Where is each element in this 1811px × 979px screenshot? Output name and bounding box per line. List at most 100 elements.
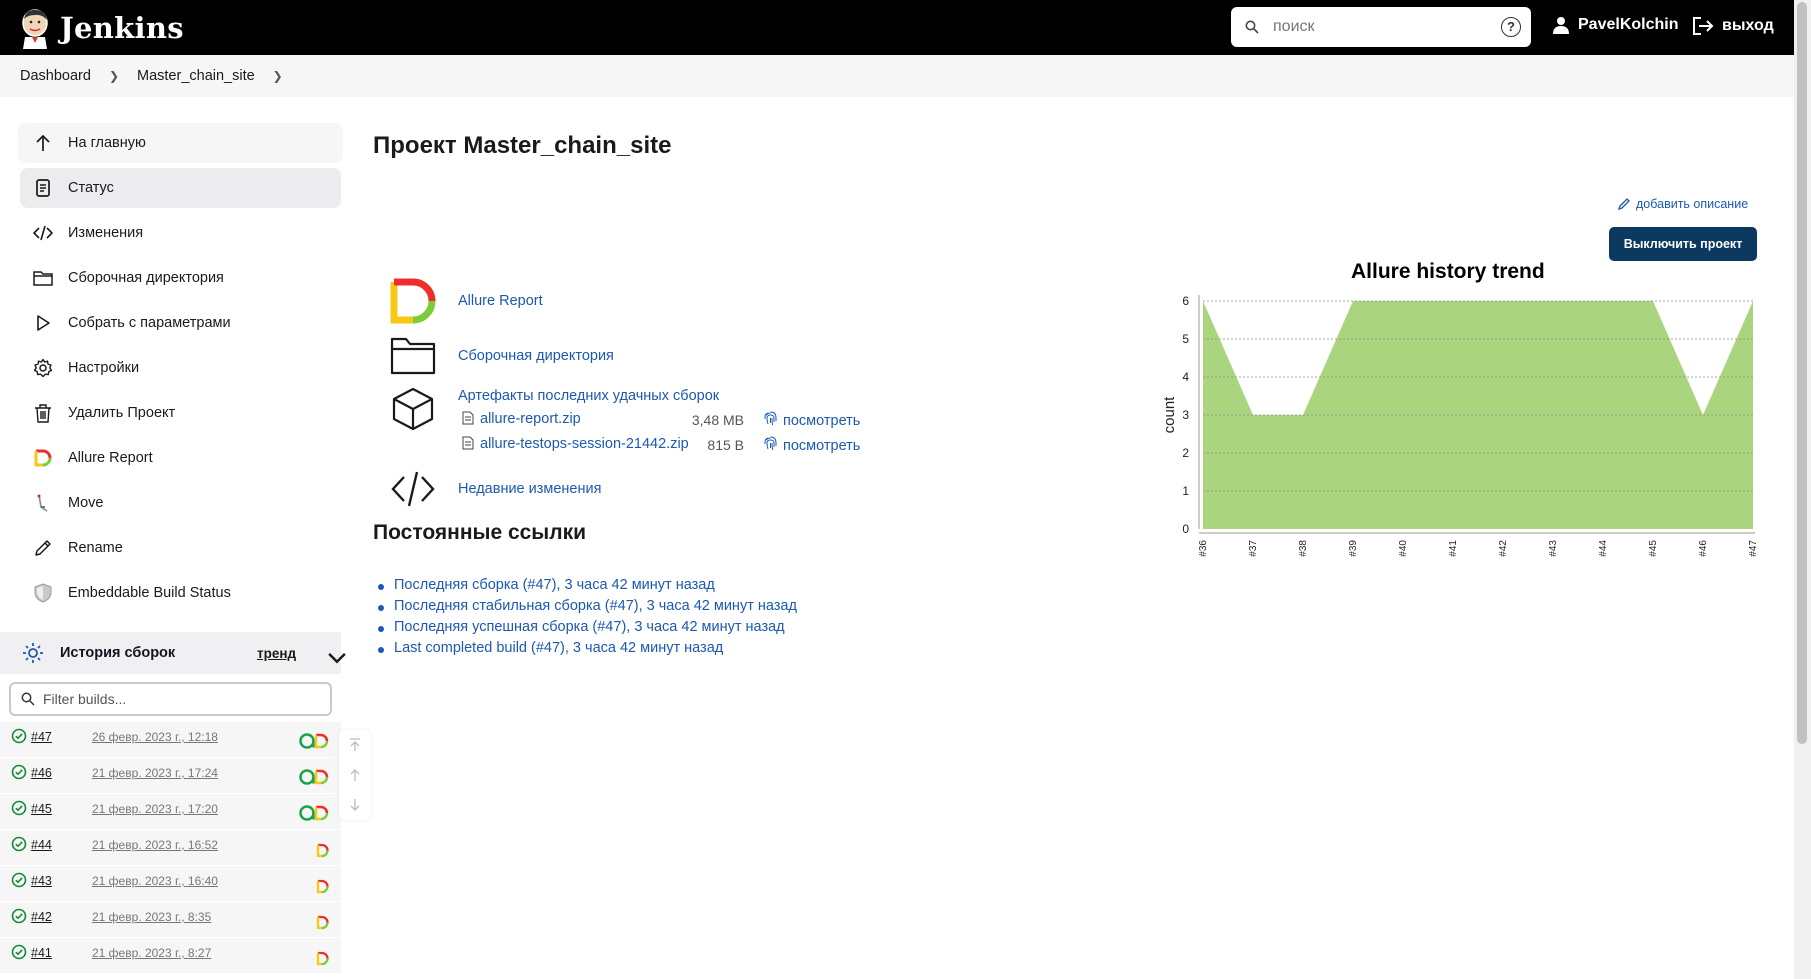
fingerprint-icon <box>764 436 777 451</box>
artifact-file-link[interactable]: allure-testops-session-21442.zip <box>462 436 689 452</box>
build-date-link[interactable]: 21 февр. 2023 г., 17:24 <box>92 766 218 780</box>
filter-builds-input[interactable] <box>43 691 313 707</box>
allure-icon[interactable] <box>316 843 329 858</box>
sidebar-item-rename[interactable]: Rename <box>20 528 341 568</box>
chart-x-tick-label: #43 <box>1548 540 1559 557</box>
user-link[interactable]: PavelKolchin <box>1552 16 1678 34</box>
workspace-link-row: Сборочная директория <box>390 333 614 379</box>
permalink-last-stable[interactable]: Последняя стабильная сборка (#47), 3 час… <box>394 598 797 614</box>
artifact-file-link[interactable]: allure-report.zip <box>462 411 581 427</box>
sidebar-item-label: Настройки <box>68 360 140 376</box>
page-up-icon[interactable] <box>348 768 362 782</box>
artifact-view-label: посмотреть <box>783 413 861 429</box>
allure-icon[interactable] <box>316 951 329 966</box>
sidebar-item-workspace[interactable]: Сборочная директория <box>20 258 341 298</box>
sidebar-item-move[interactable]: Move <box>20 483 341 523</box>
scrollbar-thumb[interactable] <box>1797 2 1807 744</box>
sidebar-item-label: Move <box>68 495 104 511</box>
chevron-down-icon[interactable] <box>326 646 348 668</box>
allure-report-link[interactable]: Allure Report <box>458 293 543 309</box>
page-top-icon[interactable] <box>348 738 362 752</box>
build-number-link[interactable]: #42 <box>31 910 52 924</box>
chart-title: Allure history trend <box>1351 260 1545 283</box>
code-icon <box>391 471 435 507</box>
chart-area-series <box>1203 301 1753 529</box>
allure-icon[interactable] <box>314 804 329 822</box>
jenkins-logo[interactable]: Jenkins <box>18 7 184 49</box>
sidebar-item-label: Rename <box>68 540 123 556</box>
chevron-right-icon[interactable]: ❯ <box>273 69 283 83</box>
build-number-link[interactable]: #45 <box>31 802 52 816</box>
filter-builds-field <box>9 682 332 716</box>
help-icon[interactable]: ? <box>1501 17 1521 37</box>
build-row: #43 21 февр. 2023 г., 16:40 <box>0 866 341 902</box>
build-number-link[interactable]: #47 <box>31 730 52 744</box>
sidebar-item-build-with-params[interactable]: Собрать с параметрами <box>20 303 341 343</box>
permalink-last-completed[interactable]: Last completed build (#47), 3 часа 42 ми… <box>394 640 723 656</box>
user-name: PavelKolchin <box>1578 16 1679 33</box>
trend-link[interactable]: тренд <box>257 646 296 661</box>
build-number-link[interactable]: #41 <box>31 946 52 960</box>
allure-icon[interactable] <box>314 768 329 786</box>
search-icon <box>1245 20 1259 34</box>
sidebar-item-label: Allure Report <box>68 450 153 466</box>
build-date-link[interactable]: 21 февр. 2023 г., 17:20 <box>92 802 218 816</box>
artifact-view-link[interactable]: посмотреть <box>764 411 860 429</box>
artifact-size: 3,48 MB <box>691 412 744 428</box>
sidebar-item-status[interactable]: Статус <box>20 168 341 208</box>
allure-icon <box>390 278 436 324</box>
search-input[interactable] <box>1273 18 1493 36</box>
allure-icon[interactable] <box>316 879 329 894</box>
breadcrumb-project[interactable]: Master_chain_site <box>137 68 255 84</box>
sidebar-item-delete-project[interactable]: Удалить Проект <box>20 393 341 433</box>
disable-project-button[interactable]: Выключить проект <box>1609 227 1757 261</box>
list-item: Последняя сборка (#47), 3 часа 42 минут … <box>378 577 797 598</box>
logo-text: Jenkins <box>60 10 184 45</box>
sidebar-item-embeddable-build-status[interactable]: Embeddable Build Status <box>20 573 341 613</box>
pencil-icon <box>1617 198 1630 211</box>
build-date-link[interactable]: 21 февр. 2023 г., 16:52 <box>92 838 218 852</box>
allure-trend-chart[interactable]: 0 1 2 3 4 5 6 #36 #37 #38 #39 #40 #41 #42 #43 #44 #45 #46… <box>1160 285 1770 565</box>
sidebar-item-home[interactable]: На главную <box>20 123 341 163</box>
add-description-link[interactable]: добавить описание <box>1617 197 1748 211</box>
sidebar-item-allure-report[interactable]: Allure Report <box>20 438 341 478</box>
workspace-link[interactable]: Сборочная директория <box>458 348 614 364</box>
user-icon <box>1553 17 1569 34</box>
allure-icon[interactable] <box>314 732 329 750</box>
document-icon <box>36 179 50 197</box>
recent-changes-link[interactable]: Недавние изменения <box>458 481 601 497</box>
page-down-icon[interactable] <box>348 798 362 812</box>
artifact-name: allure-testops-session-21442.zip <box>480 436 689 452</box>
list-item: Last completed build (#47), 3 часа 42 ми… <box>378 640 797 661</box>
file-icon <box>462 411 474 425</box>
permalink-last-successful[interactable]: Последняя успешная сборка (#47), 3 часа … <box>394 619 785 635</box>
sidebar-item-changes[interactable]: Изменения <box>20 213 341 253</box>
sidebar-item-label: Сборочная директория <box>68 270 224 286</box>
chart-x-tick-label: #41 <box>1448 540 1459 557</box>
folder-icon <box>390 337 436 375</box>
allure-icon[interactable] <box>316 915 329 930</box>
breadcrumb-dashboard[interactable]: Dashboard <box>20 68 91 84</box>
sidebar-item-label: Embeddable Build Status <box>68 585 231 601</box>
trash-icon <box>35 404 51 423</box>
success-icon <box>11 764 27 780</box>
build-number-link[interactable]: #43 <box>31 874 52 888</box>
search-box: ? <box>1231 7 1531 47</box>
build-number-link[interactable]: #44 <box>31 838 52 852</box>
build-date-link[interactable]: 21 февр. 2023 г., 8:27 <box>92 946 211 960</box>
chart-y-tick-label: 4 <box>1182 370 1189 384</box>
sidebar-item-settings[interactable]: Настройки <box>20 348 341 388</box>
artifact-view-link[interactable]: посмотреть <box>764 436 860 454</box>
build-date-link[interactable]: 26 февр. 2023 г., 12:18 <box>92 730 218 744</box>
logout-label: выход <box>1722 17 1774 34</box>
permalink-last-build[interactable]: Последняя сборка (#47), 3 часа 42 минут … <box>394 577 715 593</box>
logout-link[interactable]: выход <box>1692 16 1774 36</box>
build-date-link[interactable]: 21 февр. 2023 г., 16:40 <box>92 874 218 888</box>
build-number-link[interactable]: #46 <box>31 766 52 780</box>
page-scrollbar[interactable] <box>1794 0 1811 979</box>
artifacts-link[interactable]: Артефакты последних удачных сборок <box>458 388 719 404</box>
chart-y-tick-label: 5 <box>1182 332 1189 346</box>
build-row: #41 21 февр. 2023 г., 8:27 <box>0 938 341 974</box>
build-date-link[interactable]: 21 февр. 2023 г., 8:35 <box>92 910 211 924</box>
gear-icon <box>33 358 53 378</box>
